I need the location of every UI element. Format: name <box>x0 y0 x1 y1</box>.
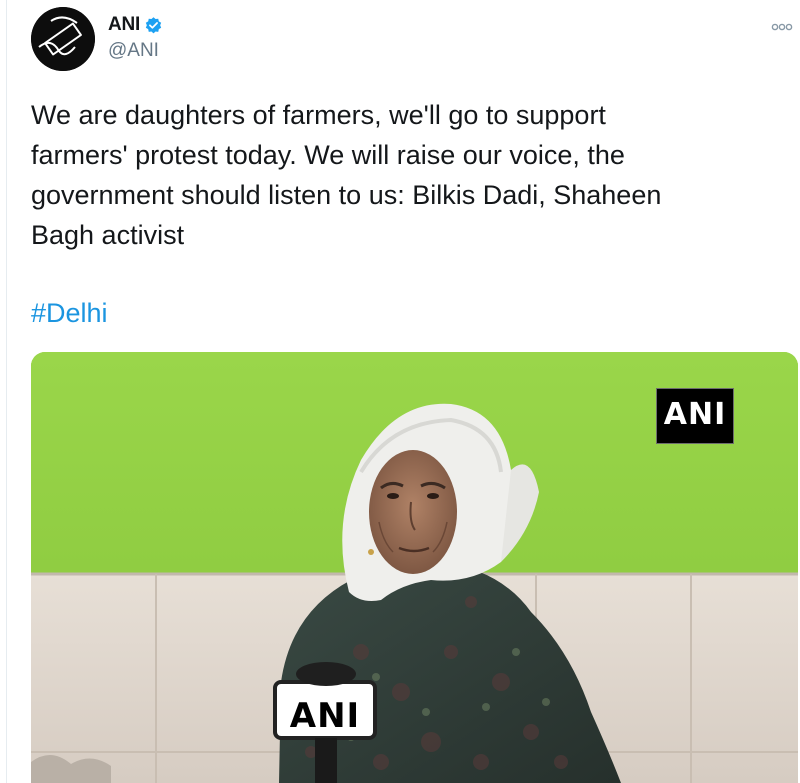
card-border <box>6 0 7 783</box>
microphone-logo: ANI <box>289 696 361 736</box>
verified-badge-icon <box>144 16 163 35</box>
avatar[interactable] <box>31 7 95 71</box>
more-options-icon[interactable] <box>771 18 793 31</box>
tweet-image[interactable]: ANI ANI <box>31 352 798 783</box>
hashtag-link[interactable]: #Delhi <box>31 298 108 329</box>
ani-watermark: ANI <box>656 388 734 444</box>
tweet-text: We are daughters of farmers, we'll go to… <box>31 100 662 250</box>
tweet-card: ANI @ANI We are daughters of farmers, we… <box>0 0 800 783</box>
user-handle[interactable]: @ANI <box>108 40 163 62</box>
ani-logo <box>31 7 95 71</box>
author-info: ANI @ANI <box>108 13 163 62</box>
name-row: ANI <box>108 13 163 37</box>
display-name[interactable]: ANI <box>108 14 140 36</box>
